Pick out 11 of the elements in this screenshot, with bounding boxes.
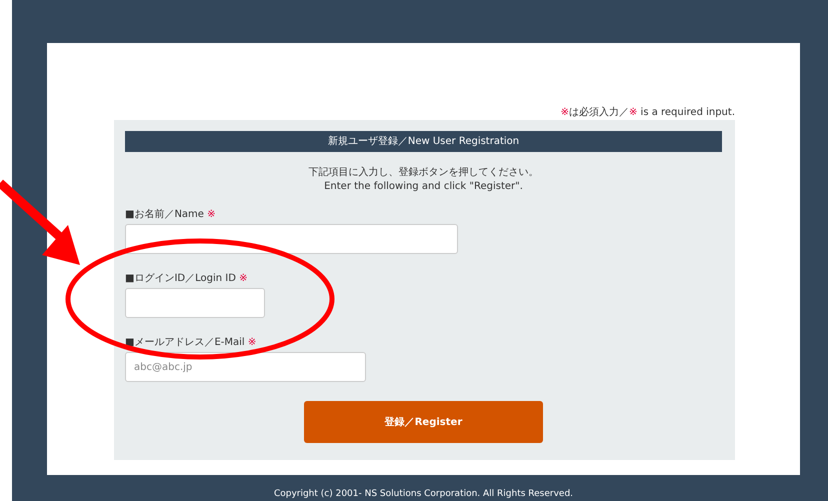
input-field[interactable]: [125, 224, 458, 254]
form-title: 新規ユーザ登録／New User Registration: [125, 131, 722, 152]
field-label: ■ログインID／Login ID ※: [125, 272, 248, 285]
instruction-text: 下記項目に入力し、登録ボタンを押してください。: [308, 166, 540, 180]
input-field[interactable]: abc@abc.jp: [125, 352, 366, 382]
register-button[interactable]: 登録／Register: [304, 401, 543, 443]
instruction-text: Enter the following and click "Register".: [323, 180, 524, 194]
field-label: ■お名前／Name ※: [125, 208, 216, 221]
input-field[interactable]: [125, 288, 265, 318]
required-note: ※は必須入力／※ is a required input.: [560, 106, 735, 120]
copyright-text: Copyright (c) 2001- NS Solutions Corporation. All Rights Reserved.: [274, 489, 574, 499]
